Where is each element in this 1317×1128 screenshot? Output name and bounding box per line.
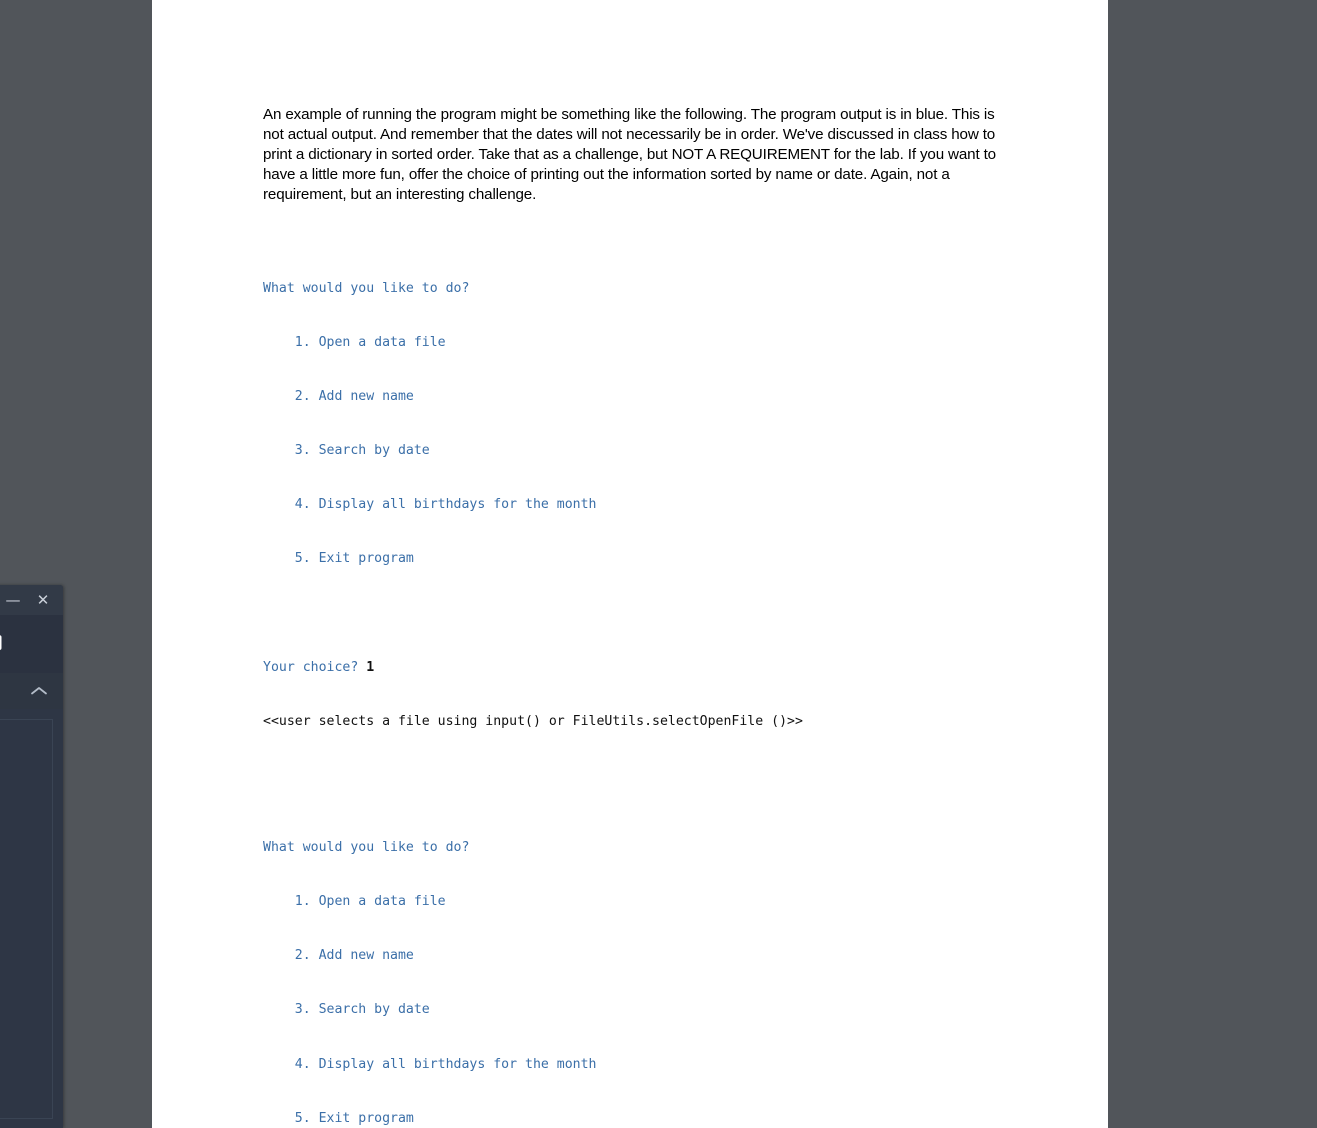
menu-item-1-1: 1. Open a data file xyxy=(263,334,446,350)
intro-paragraph: An example of running the program might … xyxy=(263,106,996,204)
recorder-titlebar: — ✕ xyxy=(0,585,63,615)
chevron-up-icon xyxy=(31,687,47,695)
close-icon[interactable]: ✕ xyxy=(35,592,51,608)
choice-value-1: 1 xyxy=(366,659,375,675)
menu-item-1-3: 3. Search by date xyxy=(263,442,430,458)
document-content: An example of running the program might … xyxy=(263,105,1008,1128)
menu-item-2-2: 2. Add new name xyxy=(263,948,414,964)
choice-label-1: Your choice? xyxy=(263,659,367,675)
console-spacer xyxy=(263,767,1008,785)
console-output-block: What would you like to do? 1. Open a dat… xyxy=(263,243,1008,1128)
document-page: An example of running the program might … xyxy=(152,0,1108,1128)
menu-item-1-2: 2. Add new name xyxy=(263,388,414,404)
menu-item-2-1: 1. Open a data file xyxy=(263,894,446,910)
menu-item-2-3: 3. Search by date xyxy=(263,1002,430,1018)
menu-prompt-2: What would you like to do? xyxy=(263,840,470,856)
recorder-body: 기 xyxy=(0,709,63,1128)
menu-item-1-4: 4. Display all birthdays for the month xyxy=(263,497,597,513)
menu-prompt-1: What would you like to do? xyxy=(263,280,470,296)
recorder-settings-panel: 기 xyxy=(0,719,53,1119)
menu-item-1-5: 5. Exit program xyxy=(263,551,414,567)
choice-line-1: Your choice? 1 xyxy=(263,659,1008,677)
recorder-collapse-bar[interactable] xyxy=(0,673,63,709)
minimize-icon[interactable]: — xyxy=(5,592,21,608)
file-select-line: <<user selects a file using input() or F… xyxy=(263,713,803,729)
camera-icon[interactable] xyxy=(0,629,6,655)
console-spacer xyxy=(263,604,1008,622)
screen-recorder-window[interactable]: — ✕ C 기 xyxy=(0,585,63,1128)
menu-item-2-4: 4. Display all birthdays for the month xyxy=(263,1056,597,1072)
menu-item-2-5: 5. Exit program xyxy=(263,1110,414,1126)
recorder-controls: C xyxy=(0,615,63,673)
